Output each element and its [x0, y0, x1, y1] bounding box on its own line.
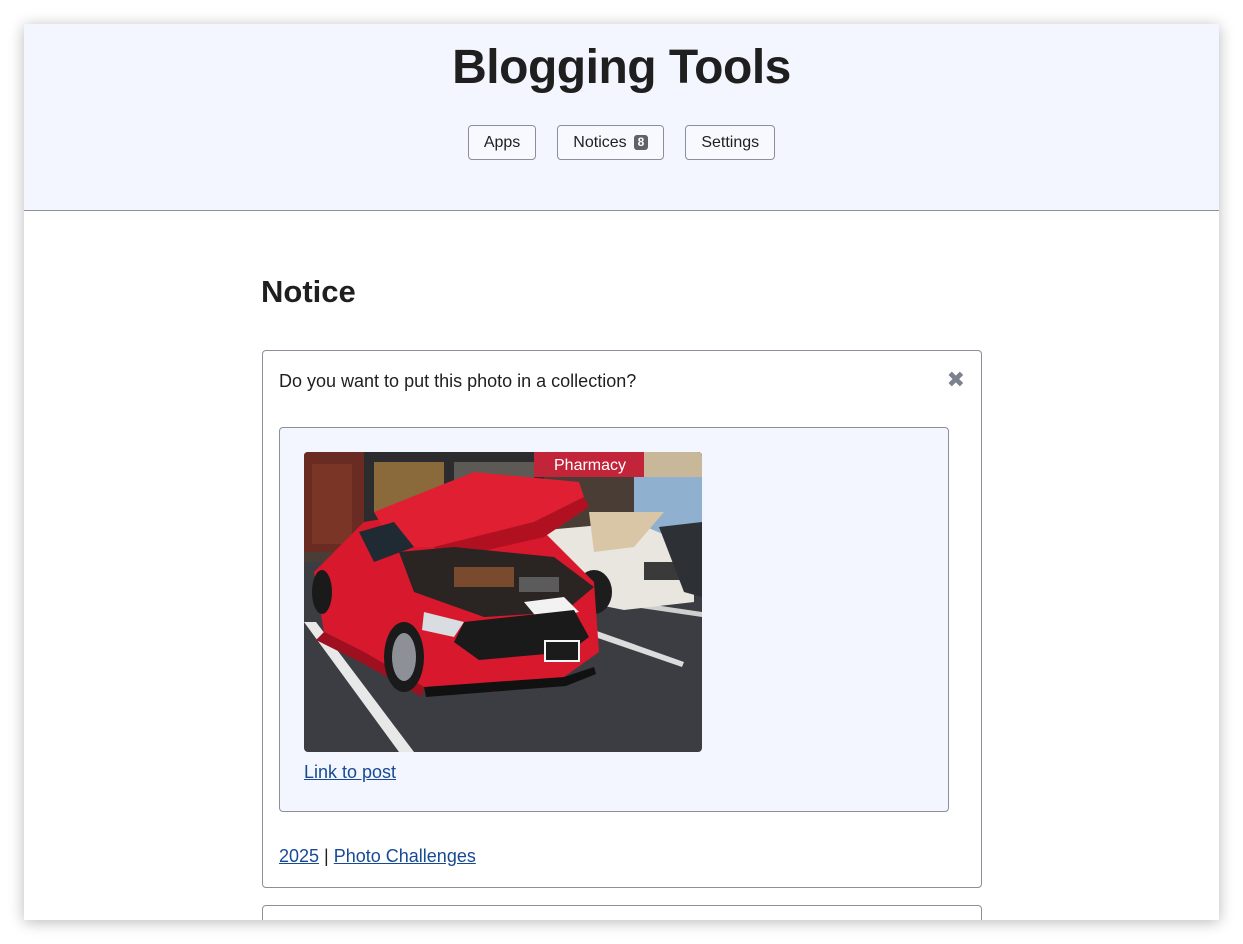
notice-card: Do you want to put this photo in a colle…	[262, 350, 982, 888]
tag-link-photo-challenges[interactable]: Photo Challenges	[334, 846, 476, 866]
tag-link-2025[interactable]: 2025	[279, 846, 319, 866]
site-title: Blogging Tools	[452, 41, 791, 94]
page-heading: Notice	[261, 274, 356, 309]
main-nav: Apps Notices 8 Settings	[24, 125, 1219, 160]
close-icon[interactable]: ✖	[947, 369, 965, 391]
tag-separator: |	[319, 846, 334, 866]
notices-count-badge: 8	[633, 135, 649, 150]
photo-preview-box: Pharmacy Link to post	[279, 427, 949, 812]
browser-window: Blogging Tools Apps Notices 8 Settings N…	[24, 24, 1219, 920]
notices-label: Notices	[573, 133, 627, 151]
notice-question: Do you want to put this photo in a colle…	[279, 371, 637, 391]
main-content: Notice Do you want to put this photo in …	[261, 274, 982, 920]
settings-label: Settings	[701, 133, 760, 151]
link-to-post[interactable]: Link to post	[304, 762, 396, 783]
next-notice-card	[262, 905, 982, 920]
site-header: Blogging Tools Apps Notices 8 Settings	[24, 24, 1219, 211]
notices-button[interactable]: Notices 8	[557, 125, 665, 160]
apps-label: Apps	[483, 133, 521, 151]
apps-button[interactable]: Apps	[467, 125, 537, 160]
post-photo[interactable]: Pharmacy	[304, 452, 702, 752]
settings-button[interactable]: Settings	[685, 125, 776, 160]
svg-text:Pharmacy: Pharmacy	[554, 457, 626, 474]
collection-tags: 2025 | Photo Challenges	[279, 846, 476, 867]
